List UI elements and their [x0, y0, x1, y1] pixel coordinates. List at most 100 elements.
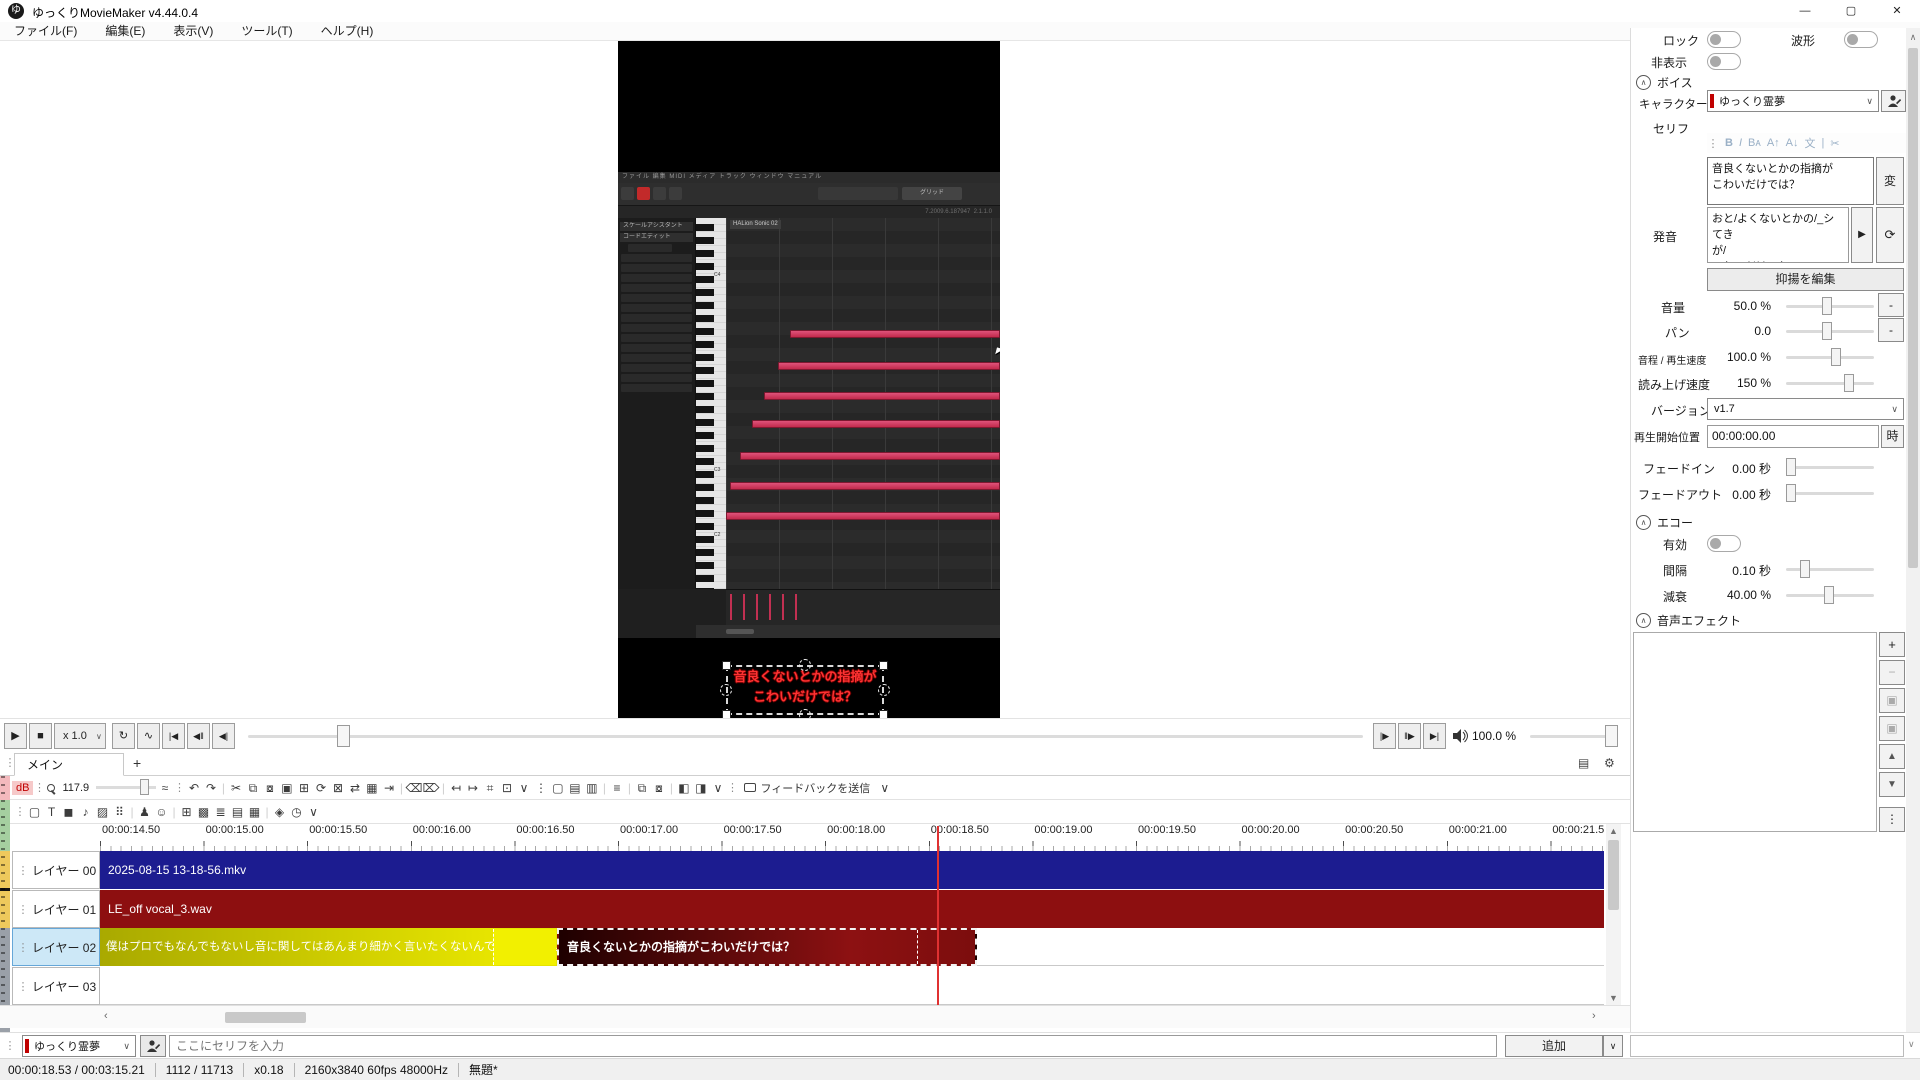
effect-save-button[interactable]: ▣: [1879, 688, 1905, 713]
toolbar-icon[interactable]: ⇄: [346, 777, 363, 799]
media-toolbar-icon[interactable]: ⠿: [111, 801, 128, 823]
hidden-toggle[interactable]: [1707, 53, 1741, 70]
resize-handle[interactable]: [722, 661, 731, 670]
fade-out-slider[interactable]: [1786, 492, 1874, 495]
toolbar-icon[interactable]: ▢: [549, 777, 566, 799]
layer-track-02[interactable]: 僕はプロでもなんでもないし音に関してはあんまり細かく言いたくないんで次行きましょ…: [100, 928, 1604, 966]
layer-header-03[interactable]: ⋮レイヤー 03: [12, 967, 100, 1005]
fade-in-slider[interactable]: [1786, 466, 1874, 469]
minimize-button[interactable]: —: [1782, 0, 1828, 22]
step-play-button[interactable]: ‖▶: [1398, 723, 1421, 749]
tab-main[interactable]: メイン: [14, 753, 124, 776]
resize-handle[interactable]: [879, 661, 888, 670]
serif-text-input[interactable]: [169, 1035, 1497, 1057]
audio-effects-list[interactable]: [1633, 632, 1877, 832]
chevron-down-icon[interactable]: ∨: [1908, 1039, 1915, 1050]
waveform-toggle[interactable]: [1844, 31, 1878, 48]
seek-end-button[interactable]: ▶|: [1423, 723, 1446, 749]
lock-toggle[interactable]: [1707, 31, 1741, 48]
scroll-right-icon[interactable]: ›: [1592, 1010, 1596, 1022]
clip-audio[interactable]: LE_off vocal_3.wav: [100, 890, 1604, 928]
hscroll-thumb[interactable]: [225, 1012, 306, 1023]
media-toolbar-icon[interactable]: ≣: [212, 801, 229, 823]
prev-clip-button[interactable]: ◀|: [212, 723, 235, 749]
toolbar-icon[interactable]: |: [439, 777, 447, 799]
timeline-zoom-slider[interactable]: [96, 786, 156, 789]
drag-handle-icon[interactable]: ⋮: [33, 781, 45, 794]
layer-header-02[interactable]: ⋮レイヤー 02: [12, 928, 100, 966]
media-toolbar-icon[interactable]: |: [170, 801, 178, 823]
pitch-speed-slider[interactable]: [1786, 356, 1874, 359]
toolbar-icon[interactable]: ∨: [709, 777, 726, 799]
toolbar-icon[interactable]: |: [600, 777, 608, 799]
layer-track-00[interactable]: 2025-08-15 13-18-56.mkv: [100, 851, 1604, 889]
pan-minus-button[interactable]: -: [1878, 318, 1904, 342]
toolbar-icon[interactable]: ⌦: [422, 777, 439, 799]
rotate-handle[interactable]: [799, 659, 811, 671]
serif-character-select[interactable]: ゆっくり霊夢 ∨: [22, 1035, 136, 1057]
close-button[interactable]: ✕: [1874, 0, 1920, 22]
menu-item[interactable]: ファイル(F): [0, 22, 91, 41]
next-frame-button[interactable]: |▶: [1373, 723, 1396, 749]
toolbar-icon[interactable]: |: [625, 777, 633, 799]
video-preview[interactable]: ファイル 編集 MIDI メディア トラック ウィンドウ マニュアル グリッド …: [618, 41, 1000, 720]
timeline-hscrollbar[interactable]: ‹ ›: [0, 1005, 1630, 1028]
toolbar-icon[interactable]: ◨: [692, 777, 709, 799]
media-toolbar-icon[interactable]: ∨: [305, 801, 322, 823]
pronunciation-regenerate-button[interactable]: ⟳: [1876, 207, 1904, 263]
toolbar-icon[interactable]: ⌗: [481, 777, 498, 799]
toolbar-icon[interactable]: ⊞: [295, 777, 312, 799]
seek-slider-thumb[interactable]: [337, 725, 350, 747]
seek-start-button[interactable]: |◀: [162, 723, 185, 749]
timeline-vscrollbar[interactable]: ▲ ▼: [1606, 824, 1621, 1005]
maximize-button[interactable]: ▢: [1828, 0, 1874, 22]
volume-slider[interactable]: [1786, 305, 1874, 308]
echo-section-header[interactable]: ∧ エコー: [1636, 514, 1693, 531]
edit-intonation-button[interactable]: 抑揚を編集: [1707, 268, 1904, 291]
toolbar-icon[interactable]: ▥: [583, 777, 600, 799]
add-options-chevron[interactable]: ∨: [1603, 1035, 1623, 1057]
effect-add-button[interactable]: +: [1879, 632, 1905, 657]
toolbar-icon[interactable]: ⧉: [244, 777, 261, 799]
toolbar-icon[interactable]: ◧: [675, 777, 692, 799]
keyframe-curve-button[interactable]: ∿: [137, 723, 160, 749]
feedback-button[interactable]: フィードバックを送信: [738, 780, 876, 796]
media-toolbar-icon[interactable]: T: [43, 801, 60, 823]
menu-item[interactable]: ヘルプ(H): [307, 22, 388, 41]
scroll-down-icon[interactable]: ▼: [1606, 993, 1621, 1003]
vscroll-thumb[interactable]: [1608, 840, 1619, 910]
menu-item[interactable]: 表示(V): [159, 22, 227, 41]
scroll-up-icon[interactable]: ▲: [1606, 826, 1621, 836]
pronunciation-textarea[interactable]: おと/よくないとかの/_シてき が/ こわいだけでわ?: [1707, 207, 1849, 263]
media-toolbar-icon[interactable]: ▩: [195, 801, 212, 823]
playhead[interactable]: [937, 826, 939, 1005]
toolbar-icon[interactable]: |: [667, 777, 675, 799]
gear-icon[interactable]: ⚙: [1604, 756, 1615, 770]
convert-button[interactable]: 変: [1876, 157, 1904, 205]
media-toolbar-icon[interactable]: ☺: [153, 801, 170, 823]
add-tab-button[interactable]: +: [133, 755, 141, 771]
scissors-icon[interactable]: ✂: [1830, 137, 1839, 150]
panel-scrollbar[interactable]: ∧: [1906, 28, 1920, 1032]
effect-save-as-button[interactable]: ▣: [1879, 716, 1905, 741]
character-edit-button[interactable]: [140, 1035, 166, 1057]
chevron-down-icon[interactable]: ∨: [876, 777, 893, 799]
media-toolbar-icon[interactable]: |: [263, 801, 271, 823]
format-icon[interactable]: I: [1739, 137, 1742, 149]
media-toolbar-icon[interactable]: ⊞: [178, 801, 195, 823]
effect-remove-button[interactable]: −: [1879, 660, 1905, 685]
list-menu-icon[interactable]: ▤: [1578, 756, 1589, 770]
drag-handle-icon[interactable]: ⋮: [17, 980, 29, 993]
toolbar-icon[interactable]: ✂: [227, 777, 244, 799]
media-toolbar-icon[interactable]: |: [128, 801, 136, 823]
panel-scroll-thumb[interactable]: [1908, 48, 1918, 568]
volume-minus-button[interactable]: -: [1878, 293, 1904, 317]
character-select[interactable]: ゆっくり霊夢 ∨: [1707, 90, 1879, 112]
clip-voice-selected[interactable]: 音良くないとかの指摘がこわいだけでは？: [557, 928, 977, 966]
toolbar-icon[interactable]: ≡: [608, 777, 625, 799]
toolbar-icon[interactable]: ⧇: [261, 777, 278, 799]
toolbar-icon[interactable]: ⌫: [405, 777, 422, 799]
echo-decay-slider[interactable]: [1786, 594, 1874, 597]
toolbar-icon[interactable]: ▤: [566, 777, 583, 799]
toolbar-icon[interactable]: ▦: [363, 777, 380, 799]
